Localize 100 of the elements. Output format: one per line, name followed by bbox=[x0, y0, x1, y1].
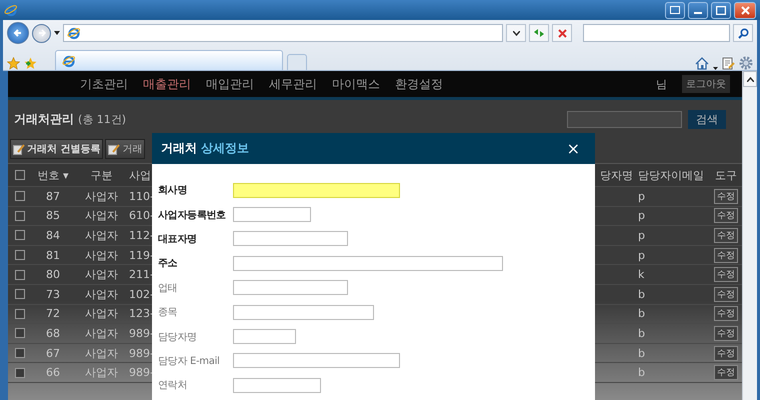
input-field[interactable] bbox=[233, 353, 400, 368]
chevron-icon bbox=[512, 30, 520, 36]
input-field[interactable] bbox=[233, 256, 503, 271]
input-field[interactable] bbox=[233, 231, 348, 246]
nav-menu-item[interactable]: 매입관리 bbox=[206, 76, 254, 92]
table-cell-text: 80 bbox=[45, 268, 61, 282]
close-button[interactable] bbox=[734, 2, 756, 18]
row-checkbox[interactable] bbox=[15, 230, 25, 240]
table-cell-text: 사업자 bbox=[84, 286, 119, 302]
search-field[interactable] bbox=[583, 24, 730, 42]
field-label: 사업자등록번호 bbox=[158, 208, 227, 222]
row-checkbox[interactable] bbox=[15, 308, 25, 319]
dialog-subtitle: 상세정보 bbox=[201, 140, 249, 157]
row-checkbox[interactable] bbox=[15, 250, 25, 260]
row-checkbox[interactable] bbox=[15, 289, 25, 300]
table-cell-text: 사업자 bbox=[84, 365, 119, 380]
column-header[interactable]: 번호 ▾ bbox=[32, 168, 74, 182]
table-cell-text: b bbox=[638, 346, 646, 360]
table-cell-text: 123- bbox=[129, 307, 155, 320]
table-cell-text: 66 bbox=[45, 366, 61, 380]
table-cell-text: 112- bbox=[129, 228, 155, 242]
input-field[interactable] bbox=[233, 304, 374, 320]
nav-menu-item[interactable]: 마이맥스 bbox=[332, 76, 380, 92]
copy-button[interactable]: 거래 bbox=[105, 139, 146, 159]
stop-button[interactable] bbox=[552, 24, 572, 42]
edit-button[interactable]: 수정 bbox=[714, 306, 738, 322]
register-button[interactable]: 거래처 건별등록 bbox=[10, 139, 104, 159]
edit-button[interactable]: 수정 bbox=[714, 267, 738, 282]
field-label: 주소 bbox=[158, 257, 178, 270]
tab-page-icon bbox=[62, 54, 76, 68]
dropdown-button[interactable] bbox=[506, 24, 526, 42]
select-all-checkbox[interactable] bbox=[15, 170, 25, 180]
forward-button[interactable] bbox=[32, 24, 51, 42]
edit-button[interactable]: 수정 bbox=[714, 346, 738, 361]
star-icon[interactable] bbox=[7, 57, 20, 70]
left-arrow-icon bbox=[13, 28, 23, 38]
table-cell-text: p bbox=[638, 209, 646, 222]
input-field[interactable] bbox=[233, 280, 348, 296]
table-cell-text: 989- bbox=[129, 366, 155, 380]
column-header: 도구 bbox=[714, 168, 738, 182]
refresh-icon bbox=[533, 28, 545, 38]
home-icon[interactable] bbox=[695, 57, 709, 70]
table-cell-text: 67 bbox=[45, 346, 61, 360]
logout-button[interactable]: 로그아웃 bbox=[682, 75, 730, 93]
edit-button[interactable]: 수정 bbox=[714, 365, 738, 380]
table-cell-text: 사업자 bbox=[84, 248, 119, 263]
search-field[interactable] bbox=[567, 111, 682, 128]
caret-icon[interactable] bbox=[54, 31, 60, 35]
window-icon bbox=[670, 6, 680, 14]
search-button[interactable]: 검색 bbox=[688, 110, 726, 129]
table-cell-text: 119- bbox=[129, 248, 155, 262]
maximize-button[interactable] bbox=[711, 2, 731, 18]
maximize-icon bbox=[716, 6, 726, 14]
table-cell-text: b bbox=[638, 366, 646, 380]
edit-button[interactable]: 수정 bbox=[714, 188, 738, 204]
table-cell-text: 사업자 bbox=[84, 306, 119, 322]
input-field[interactable] bbox=[233, 329, 296, 344]
input-field[interactable] bbox=[233, 378, 321, 393]
row-checkbox[interactable] bbox=[15, 328, 25, 338]
table-cell-text: 110- bbox=[129, 190, 155, 203]
minimize-button[interactable] bbox=[688, 2, 708, 18]
input-field[interactable] bbox=[233, 182, 400, 198]
field-label: 대표자명 bbox=[158, 232, 198, 246]
column-header: 사업 bbox=[129, 168, 152, 182]
table-cell-text: 989- bbox=[129, 326, 155, 340]
search-button[interactable] bbox=[733, 24, 753, 42]
field-label: 담당자 E-mail bbox=[158, 354, 221, 368]
add-favorite-icon[interactable] bbox=[24, 57, 37, 70]
scroll-up-button[interactable] bbox=[743, 71, 757, 87]
close-button[interactable]: × bbox=[560, 139, 586, 158]
table-cell-text: b bbox=[638, 288, 646, 301]
column-header: 담당자이메일 bbox=[638, 168, 705, 182]
chevron-up-icon bbox=[746, 76, 754, 82]
row-checkbox[interactable] bbox=[15, 191, 25, 202]
back-button[interactable] bbox=[7, 22, 29, 44]
row-checkbox[interactable] bbox=[15, 270, 25, 280]
field-label: 업태 bbox=[158, 282, 178, 295]
close-icon bbox=[740, 6, 750, 14]
page-menu-icon[interactable] bbox=[722, 57, 735, 70]
table-cell-text: 84 bbox=[45, 228, 61, 242]
dialog-title: 거래처 bbox=[161, 140, 197, 157]
row-checkbox[interactable] bbox=[15, 348, 25, 358]
nav-menu-item[interactable]: 환경설정 bbox=[395, 76, 443, 92]
row-checkbox[interactable] bbox=[15, 368, 25, 378]
edit-button[interactable]: 수정 bbox=[714, 286, 738, 302]
input-field[interactable] bbox=[233, 207, 311, 222]
edit-button[interactable]: 수정 bbox=[714, 228, 738, 243]
row-checkbox[interactable] bbox=[15, 210, 25, 221]
nav-menu-item[interactable]: 기초관리 bbox=[80, 76, 128, 92]
address-field[interactable] bbox=[63, 24, 503, 42]
table-cell-text: 사업자 bbox=[84, 208, 119, 224]
edit-button[interactable]: 수정 bbox=[714, 248, 738, 263]
nav-menu-item[interactable]: 매출관리 bbox=[143, 76, 191, 92]
nav-menu-item[interactable]: 세무관리 bbox=[269, 76, 317, 92]
table-cell-text: p bbox=[638, 228, 646, 242]
edit-button[interactable]: 수정 bbox=[714, 326, 738, 341]
compat-view-button[interactable] bbox=[665, 2, 685, 18]
edit-button[interactable]: 수정 bbox=[714, 208, 738, 224]
table-cell-text: k bbox=[638, 268, 646, 282]
table-cell-text: 81 bbox=[45, 248, 61, 262]
